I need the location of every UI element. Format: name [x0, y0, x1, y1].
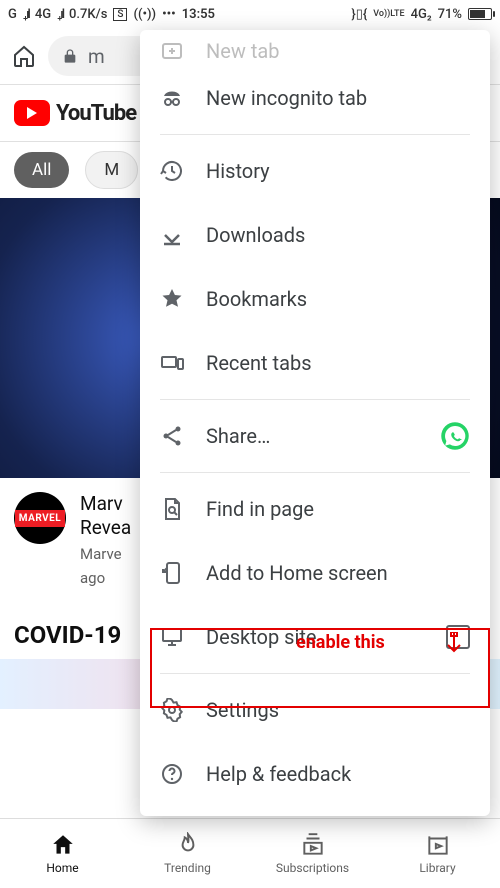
- help-icon: [160, 762, 184, 786]
- channel-avatar[interactable]: MARVEL: [14, 492, 66, 544]
- menu-add-home-label: Add to Home screen: [206, 561, 470, 585]
- bottom-nav: Home Trending Subscriptions Library: [0, 818, 500, 888]
- menu-find-label: Find in page: [206, 497, 470, 521]
- network-4g2: 4G₂: [411, 7, 432, 22]
- menu-incognito[interactable]: New incognito tab: [140, 66, 490, 130]
- menu-help[interactable]: Help & feedback: [140, 742, 490, 806]
- signal-bars-1: ₊ıl: [23, 7, 29, 22]
- menu-history-label: History: [206, 159, 470, 183]
- chip-second[interactable]: M: [85, 151, 138, 189]
- share-icon: [160, 424, 184, 448]
- video-title-line1: Marv: [80, 492, 131, 516]
- menu-incognito-label: New incognito tab: [206, 86, 470, 110]
- menu-downloads-label: Downloads: [206, 223, 470, 247]
- clock-time: 13:55: [182, 7, 215, 22]
- menu-new-tab[interactable]: New tab: [140, 36, 490, 66]
- vibrate-icon: }▯{: [351, 7, 367, 22]
- hotspot-icon: ((•)): [133, 7, 156, 22]
- menu-bookmarks-label: Bookmarks: [206, 287, 470, 311]
- library-icon: [425, 832, 451, 858]
- nav-subscriptions[interactable]: Subscriptions: [250, 819, 375, 888]
- new-tab-icon: [160, 39, 184, 63]
- nav-library-label: Library: [419, 861, 455, 875]
- network-g: G: [8, 7, 17, 22]
- menu-desktop-label: Desktop site: [206, 625, 424, 649]
- recent-tabs-icon: [160, 351, 184, 375]
- downloads-icon: [160, 223, 184, 247]
- trending-icon: [175, 832, 201, 858]
- desktop-site-checkbox[interactable]: [446, 625, 470, 649]
- menu-bookmarks[interactable]: Bookmarks: [140, 267, 490, 331]
- history-icon: [160, 159, 184, 183]
- desktop-icon: [160, 625, 184, 649]
- video-age: ago: [80, 569, 105, 587]
- menu-desktop-site[interactable]: Desktop site: [140, 605, 490, 669]
- menu-share-label: Share…: [206, 424, 418, 448]
- menu-new-tab-label: New tab: [206, 39, 470, 63]
- menu-recent-tabs[interactable]: Recent tabs: [140, 331, 490, 395]
- url-text: m: [88, 45, 105, 68]
- menu-separator: [160, 673, 470, 674]
- status-bar: G ₊ıl 4G ₊ıl 0.7K/s S ((•)) ••• 13:55 }▯…: [0, 0, 500, 28]
- settings-icon: [160, 698, 184, 722]
- volte-icon: Vo))​LTE: [373, 10, 404, 19]
- data-speed: 0.7K/s: [69, 7, 107, 22]
- menu-history[interactable]: History: [140, 139, 490, 203]
- menu-recent-tabs-label: Recent tabs: [206, 351, 470, 375]
- menu-downloads[interactable]: Downloads: [140, 203, 490, 267]
- menu-separator: [160, 472, 470, 473]
- nav-trending[interactable]: Trending: [125, 819, 250, 888]
- s-box-icon: S: [113, 8, 127, 21]
- menu-separator: [160, 399, 470, 400]
- nav-home-label: Home: [46, 861, 78, 875]
- more-dots-icon: •••: [162, 7, 176, 22]
- bookmarks-icon: [160, 287, 184, 311]
- menu-add-to-home[interactable]: Add to Home screen: [140, 541, 490, 605]
- nav-trending-label: Trending: [164, 861, 211, 875]
- signal-bars-2: ₊ıl: [57, 7, 63, 22]
- menu-help-label: Help & feedback: [206, 762, 470, 786]
- find-in-page-icon: [160, 497, 184, 521]
- whatsapp-icon[interactable]: [440, 421, 470, 451]
- youtube-logo-icon[interactable]: [14, 100, 50, 126]
- battery-icon: [468, 8, 492, 20]
- add-to-home-icon: [160, 561, 184, 585]
- chip-all[interactable]: All: [14, 152, 69, 188]
- channel-name: Marve: [80, 545, 122, 563]
- nav-library[interactable]: Library: [375, 819, 500, 888]
- nav-home[interactable]: Home: [0, 819, 125, 888]
- menu-settings-label: Settings: [206, 698, 470, 722]
- avatar-label: MARVEL: [15, 510, 65, 527]
- battery-percent: 71%: [438, 7, 462, 22]
- menu-settings[interactable]: Settings: [140, 678, 490, 742]
- lock-icon: [62, 48, 78, 64]
- menu-separator: [160, 134, 470, 135]
- network-4g: 4G: [35, 7, 51, 22]
- menu-share[interactable]: Share…: [140, 404, 490, 468]
- video-title-line2: Revea: [80, 516, 131, 539]
- chrome-home-icon[interactable]: [12, 44, 36, 68]
- youtube-wordmark: YouTube: [56, 101, 136, 126]
- nav-subscriptions-label: Subscriptions: [276, 861, 349, 875]
- home-icon: [50, 832, 76, 858]
- chrome-overflow-menu: New tab New incognito tab History Downlo…: [140, 30, 490, 816]
- menu-find-in-page[interactable]: Find in page: [140, 477, 490, 541]
- subscriptions-icon: [300, 832, 326, 858]
- incognito-icon: [160, 86, 184, 110]
